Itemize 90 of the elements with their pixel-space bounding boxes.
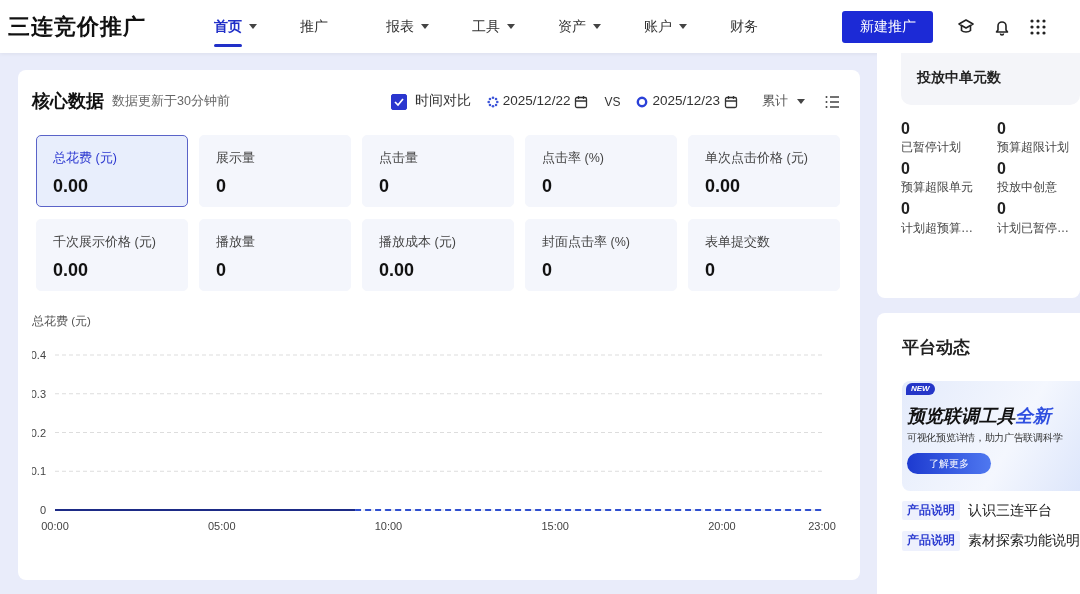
tick-label: 00:00 xyxy=(41,520,69,533)
tick-label: 20:00 xyxy=(708,520,736,533)
metric-tile[interactable]: 展示量 0 xyxy=(199,135,351,207)
tag: 产品说明 xyxy=(902,501,960,521)
metric-label: 封面点击率 (%) xyxy=(542,234,631,251)
update-note: 数据更新于30分钟前 xyxy=(112,93,230,111)
panel-title: 投放中单元数 xyxy=(917,68,1002,87)
metric-value: 0.00 xyxy=(705,174,742,198)
metric-label: 展示量 xyxy=(216,150,256,167)
metric-tile[interactable]: 千次展示价格 (元) 0.00 xyxy=(36,219,188,291)
list-icon[interactable] xyxy=(824,93,840,110)
calendar-icon[interactable] xyxy=(724,94,738,109)
nav-tab[interactable]: 账户 xyxy=(644,0,688,53)
nav-tab[interactable]: 推广 xyxy=(300,0,328,53)
date-field[interactable]: 2025/12/23 xyxy=(652,91,720,112)
mode-dropdown[interactable]: 累计 xyxy=(762,92,788,111)
metric-value: 0 xyxy=(542,258,553,282)
stat-label: 计划超预算… xyxy=(901,219,974,237)
stat-label: 已暂停计划 xyxy=(901,139,962,157)
tick-label: 0.2 xyxy=(32,426,46,439)
brand-logo: 三连竞价推广 xyxy=(8,13,147,41)
tick-label: 0.3 xyxy=(32,388,46,400)
metric-value: 0.00 xyxy=(53,174,90,198)
metric-tile[interactable]: 点击量 0 xyxy=(362,135,514,207)
tick-label: 05:00 xyxy=(207,520,236,533)
metric-tile[interactable]: 单次点击价格 (元) 0.00 xyxy=(688,135,840,207)
checkbox-label: 时间对比 xyxy=(414,92,471,111)
stat-label: 投放中创意 xyxy=(997,179,1058,197)
stat-value: 0 xyxy=(901,199,911,219)
metric-tile[interactable]: 总花费 (元) 0.00 xyxy=(36,135,188,207)
section-title: 平台动态 xyxy=(902,337,971,359)
metric-label: 单次点击价格 (元) xyxy=(705,150,809,167)
new-badge: NEW xyxy=(906,382,935,395)
tag: 产品说明 xyxy=(902,531,960,551)
calendar-icon[interactable] xyxy=(574,94,589,109)
learn-more-button[interactable]: 了解更多 xyxy=(907,452,991,474)
vs-label: VS xyxy=(604,93,621,111)
nav-tab[interactable]: 资产 xyxy=(558,0,602,53)
section-title: 核心数据 xyxy=(32,90,104,113)
tick-label: 23:00 xyxy=(808,520,836,533)
news-link[interactable]: 素材探索功能说明 xyxy=(968,530,1080,551)
nav-tab[interactable]: 报表 xyxy=(386,0,430,53)
axis-title: 总花费 (元) xyxy=(32,314,92,329)
promo-banner[interactable]: NEW 预览联调工具全新 可视化预览详情，助力广告联调科学 了解更多 xyxy=(902,380,1080,491)
grid-icon[interactable] xyxy=(1029,17,1047,36)
metric-tile[interactable]: 封面点击率 (%) 0 xyxy=(525,219,677,291)
metric-value: 0 xyxy=(216,174,227,198)
nav-tab[interactable]: 财务 xyxy=(730,0,758,53)
metric-tile[interactable]: 播放成本 (元) 0.00 xyxy=(362,219,514,291)
tick-label: 15:00 xyxy=(541,520,569,533)
metric-value: 0.00 xyxy=(379,258,416,282)
metric-value: 0.00 xyxy=(53,258,90,282)
metric-label: 千次展示价格 (元) xyxy=(53,234,157,251)
tick-label: 0 xyxy=(39,504,46,517)
metric-label: 点击量 xyxy=(379,150,419,167)
metric-value: 0 xyxy=(216,258,227,282)
checkbox[interactable] xyxy=(390,93,407,110)
metric-tile[interactable]: 播放量 0 xyxy=(199,219,351,291)
date-field[interactable]: 2025/12/22 xyxy=(502,91,571,112)
tick-label: 10:00 xyxy=(374,520,403,533)
stat-value: 0 xyxy=(901,119,911,139)
nav-tab[interactable]: 工具 xyxy=(472,0,516,53)
metric-label: 点击率 (%) xyxy=(542,150,605,167)
stat-label: 计划已暂停… xyxy=(997,219,1070,237)
stat-value: 0 xyxy=(997,159,1007,179)
caret-icon[interactable] xyxy=(796,98,806,105)
metric-value: 0 xyxy=(542,174,553,198)
stat-label: 预算超限单元 xyxy=(901,179,974,197)
banner-text: 可视化预览详情，助力广告联调科学 xyxy=(907,430,1064,445)
metric-value: 0 xyxy=(379,174,390,198)
banner-title: 预览联调工具全新 xyxy=(907,402,1080,430)
new-campaign-button[interactable]: 新建推广 xyxy=(842,10,933,43)
metric-label: 播放量 xyxy=(216,234,256,251)
dotted-circle-icon xyxy=(486,95,499,108)
stat-label: 预算超限计划 xyxy=(997,139,1070,157)
stat-value: 0 xyxy=(997,199,1007,219)
stat-value: 0 xyxy=(997,119,1007,139)
tick-label: 0.4 xyxy=(32,349,46,362)
tick-label: 0.1 xyxy=(32,465,46,478)
nav-tab[interactable]: 首页 xyxy=(214,0,258,53)
metric-label: 表单提交数 xyxy=(705,234,771,251)
metric-tile[interactable]: 点击率 (%) 0 xyxy=(525,135,677,207)
metric-tile[interactable]: 表单提交数 0 xyxy=(688,219,840,291)
news-link[interactable]: 认识三连平台 xyxy=(968,500,1052,521)
metric-label: 播放成本 (元) xyxy=(379,234,457,251)
stat-value: 0 xyxy=(901,159,911,179)
metric-label: 总花费 (元) xyxy=(53,150,118,167)
graduation-cap-icon[interactable] xyxy=(957,17,975,36)
metric-value: 0 xyxy=(705,258,716,282)
ring-icon xyxy=(636,95,649,108)
